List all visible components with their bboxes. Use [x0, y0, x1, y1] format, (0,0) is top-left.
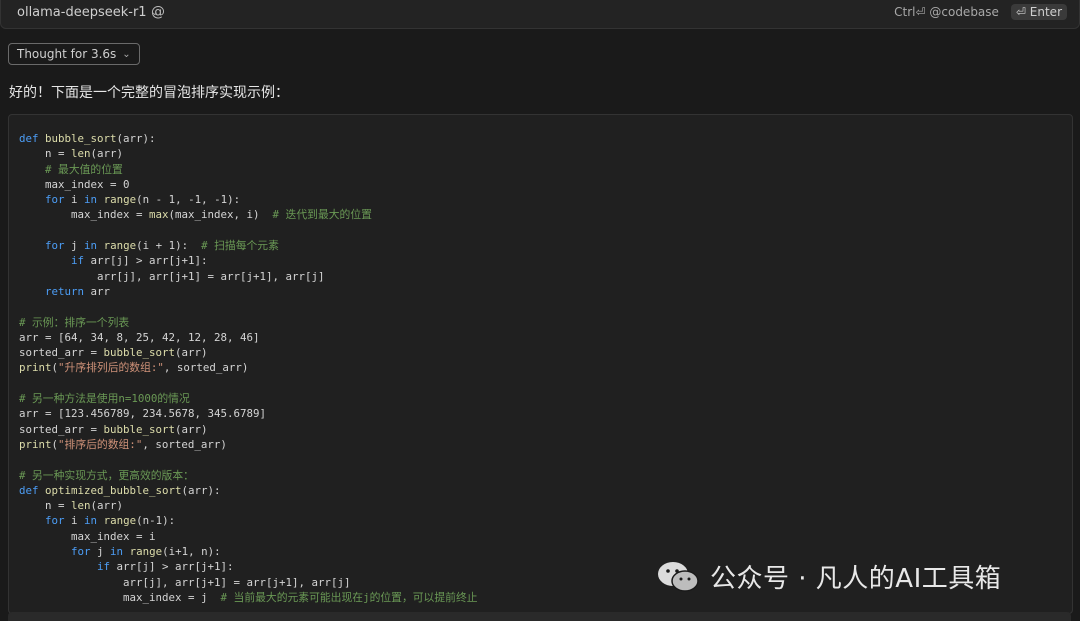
- code-line: sorted_arr = bubble_sort(arr): [19, 346, 208, 360]
- code-block[interactable]: def bubble_sort(arr): n = len(arr) # 最大值…: [8, 114, 1073, 614]
- code-line: arr = [123.456789, 234.5678, 345.6789]: [19, 407, 267, 421]
- code-line: print("排序后的数组:", sorted_arr): [19, 437, 227, 451]
- code-line: # 示例：排序一个列表: [19, 315, 130, 329]
- code-content: def bubble_sort(arr): n = len(arr) # 最大值…: [9, 115, 1072, 605]
- code-line: def optimized_bubble_sort(arr):: [19, 483, 221, 497]
- wechat-icon: [658, 561, 699, 592]
- code-line: for j in range(i + 1): # 扫描每个元素: [45, 239, 279, 253]
- next-panel-edge: [8, 612, 1071, 621]
- at-mention-icon[interactable]: @: [151, 4, 165, 20]
- model-name: ollama-deepseek-r1: [17, 5, 147, 20]
- code-line: def bubble_sort(arr):: [19, 132, 156, 145]
- code-line: max_index = max(max_index, i) # 迭代到最大的位置: [19, 208, 372, 222]
- watermark: 公众号 · 凡人的AI工具箱: [656, 558, 1001, 595]
- code-line: return arr: [45, 284, 111, 298]
- code-line: print("升序排列后的数组:", sorted_arr): [19, 361, 249, 375]
- code-line: # 最大值的位置: [45, 162, 123, 176]
- codebase-shortcut[interactable]: Ctrl⏎ @codebase: [894, 5, 999, 19]
- code-line: arr = [64, 34, 8, 25, 42, 12, 28, 46]: [19, 330, 260, 344]
- enter-button[interactable]: ⏎ Enter: [1010, 4, 1067, 20]
- response-intro: 好的！下面是一个完整的冒泡排序实现示例：: [9, 85, 289, 101]
- code-line: for i in range(n-1):: [45, 514, 176, 528]
- code-line: n = len(arr): [19, 499, 124, 513]
- code-line: max_index = i: [19, 529, 156, 543]
- code-line: n = len(arr): [19, 147, 124, 161]
- code-line: # 另一种实现方式，更高效的版本：: [19, 468, 194, 482]
- watermark-text: 公众号 · 凡人的AI工具箱: [710, 564, 1002, 594]
- code-line: sorted_arr = bubble_sort(arr): [19, 422, 208, 436]
- code-line: # 另一种方法是使用n=1000的情况: [19, 392, 190, 406]
- code-line: max_index = 0: [19, 177, 130, 191]
- code-line: for i in range(n - 1, -1, -1):: [45, 193, 241, 207]
- thought-label: Thought for 3.6s: [17, 47, 117, 61]
- toolbar-right: Ctrl⏎ @codebase ⏎ Enter: [894, 4, 1067, 20]
- model-selector[interactable]: ollama-deepseek-r1 ⌄: [17, 5, 159, 20]
- input-toolbar: ollama-deepseek-r1 ⌄ @ Ctrl⏎ @codebase ⏎…: [0, 0, 1080, 29]
- chevron-down-icon: ⌄: [122, 48, 131, 60]
- thought-toggle[interactable]: Thought for 3.6s ⌄: [8, 43, 140, 65]
- code-line: arr[j], arr[j+1] = arr[j+1], arr[j]: [19, 269, 325, 283]
- code-line: if arr[j] > arr[j+1]:: [71, 254, 208, 268]
